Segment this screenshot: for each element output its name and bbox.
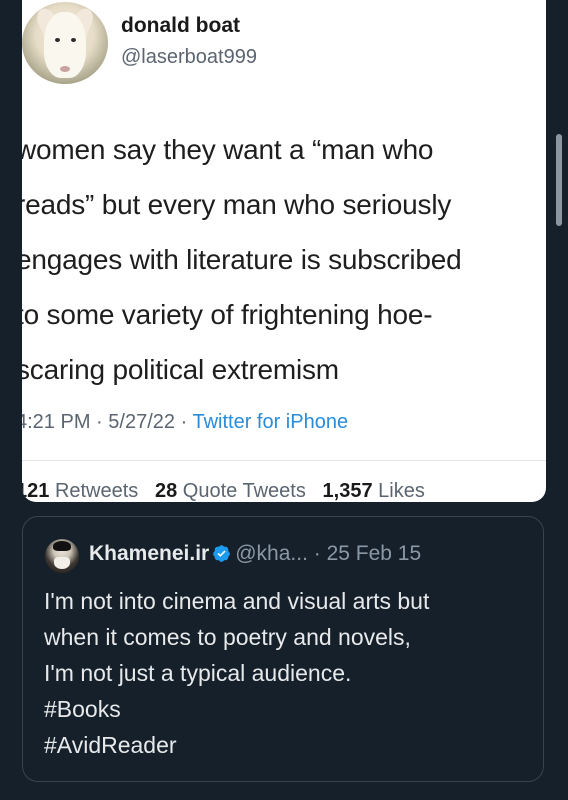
verified-badge-icon — [213, 545, 231, 562]
avatar-beard — [54, 557, 70, 569]
quoted-text-line: I'm not just a typical audience. — [44, 660, 352, 686]
tweet-body-line: women say they want a “man who — [22, 134, 434, 165]
tweet-source: Twitter for iPhone — [192, 411, 349, 433]
tweet-body: women say they want a “man who reads” bu… — [22, 122, 546, 397]
quoted-author-name[interactable]: Khamenei.ir — [89, 542, 209, 565]
quoted-author-handle[interactable]: @kha... — [235, 542, 308, 565]
avatar-dog-eye-right — [71, 38, 76, 42]
tweet-stats: 121 Retweets 28 Quote Tweets 1,357 Likes — [22, 480, 425, 502]
tweet-time: 4:21 PM — [22, 411, 91, 433]
scrollbar-thumb[interactable] — [556, 134, 562, 226]
tweet-screenshot-image[interactable]: donald boat @laserboat999 women say they… — [22, 0, 546, 502]
tweet-body-line: engages with literature is subscribed — [22, 244, 462, 275]
quoted-text-line: I'm not into cinema and visual arts but — [44, 588, 430, 614]
timeline-page: donald boat @laserboat999 women say they… — [0, 0, 568, 800]
quoted-tweet-card[interactable]: Khamenei.ir @kha... · 25 Feb 15 I'm not i… — [22, 516, 544, 782]
hashtag-avidreader[interactable]: #AvidReader — [44, 727, 534, 763]
meta-separator: · — [96, 411, 103, 433]
likes-count: 1,357 — [322, 480, 373, 502]
header-separator: · — [313, 542, 321, 565]
quotes-count: 28 — [154, 480, 178, 502]
author-handle: @laserboat999 — [121, 46, 257, 68]
quoted-author-avatar[interactable] — [45, 539, 79, 573]
tweet-body-line: reads” but every man who seriously — [22, 189, 452, 220]
retweets-label: Retweets — [54, 480, 139, 502]
quoted-tweet-text: I'm not into cinema and visual arts but … — [44, 583, 534, 763]
hashtag-books[interactable]: #Books — [44, 691, 534, 727]
tweet-date: 5/27/22 — [108, 411, 176, 433]
tweet-meta: 4:21 PM · 5/27/22 · Twitter for iPhone — [22, 411, 348, 434]
avatar-turban — [53, 541, 71, 551]
author-avatar — [22, 2, 108, 84]
quoted-text-line: when it comes to poetry and novels, — [44, 624, 411, 650]
divider — [22, 460, 546, 461]
retweets-count: 121 — [22, 480, 50, 502]
author-name: donald boat — [121, 14, 240, 37]
tweet-body-line: scaring political extremism — [22, 354, 339, 385]
avatar-dog-eye-left — [55, 38, 60, 42]
quoted-tweet-date[interactable]: 25 Feb 15 — [327, 542, 422, 565]
tweet-body-line: to some variety of frightening hoe- — [22, 299, 433, 330]
quotes-label: Quote Tweets — [182, 480, 306, 502]
likes-label: Likes — [378, 480, 425, 502]
meta-separator: · — [180, 411, 188, 433]
quoted-tweet-header: Khamenei.ir @kha... · 25 Feb 15 — [89, 542, 421, 566]
avatar-dog-nose — [60, 66, 70, 72]
